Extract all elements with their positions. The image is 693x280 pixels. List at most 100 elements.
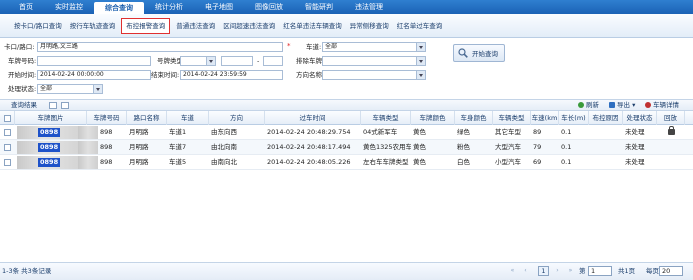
list-view-icon[interactable] — [49, 102, 57, 109]
nav-statistics[interactable]: 统计分析 — [144, 0, 194, 14]
subnav-violation-query[interactable]: 普通违法查询 — [172, 19, 219, 33]
end-time-input[interactable]: 2014-02-24 23:59:59 — [180, 70, 283, 80]
lane-select-value: 全部 — [325, 43, 338, 50]
page-total: 共1页 — [618, 267, 636, 275]
col-status: 处理状态 — [623, 111, 657, 125]
cell-lane: 车道1 — [169, 128, 187, 136]
export-button[interactable]: 导出 ▾ — [609, 101, 635, 110]
subnav-speed-query[interactable]: 区间超速违法查询 — [219, 19, 279, 33]
header-select-all[interactable] — [0, 111, 15, 125]
plate-image[interactable]: 0898 — [17, 141, 84, 154]
vehicle-detail-button[interactable]: 车辆详情 — [645, 101, 679, 110]
plate-text: 0898 — [38, 158, 61, 167]
search-icon — [458, 48, 468, 58]
direction-select[interactable] — [322, 70, 426, 80]
cell-plate-no: 898 — [100, 128, 113, 136]
cell-status: 未处理 — [625, 128, 645, 136]
cell-vehicle-class: 其它车型 — [495, 128, 521, 136]
select-all-checkbox[interactable] — [4, 115, 11, 122]
table-row[interactable]: 0898 898 月明路 车道1 由东向西 2014-02-24 20:48:2… — [0, 125, 693, 140]
table-row[interactable]: 0898 898 月明路 车道7 由北向南 2014-02-24 20:48:1… — [0, 140, 693, 155]
subnav-checkpoint-query[interactable]: 按卡口/路口查询 — [10, 19, 66, 33]
plate-type-select[interactable] — [180, 56, 216, 66]
nav-map[interactable]: 电子地图 — [194, 0, 244, 14]
nav-image-playback[interactable]: 图像回放 — [244, 0, 294, 14]
cell-speed: 79 — [533, 143, 542, 151]
cell-plate-no: 898 — [100, 143, 113, 151]
cell-road: 月明路 — [129, 143, 149, 151]
plate-image[interactable]: 0898 — [17, 126, 84, 139]
plate-no-image — [78, 141, 98, 154]
plate-range-start[interactable] — [221, 56, 253, 66]
col-time: 过车时间 — [265, 111, 361, 125]
col-lane: 车道 — [167, 111, 209, 125]
col-speed: 车速(km — [531, 111, 559, 125]
chevron-down-icon — [419, 46, 423, 49]
status-select[interactable]: 全部 — [37, 84, 103, 94]
cell-alarm-reason — [589, 125, 623, 140]
car-icon — [645, 102, 651, 108]
current-page-button[interactable]: 1 — [538, 266, 549, 276]
nav-analysis[interactable]: 智能研判 — [294, 0, 344, 14]
cell-body-color: 白色 — [457, 158, 470, 166]
prev-page-button[interactable]: ‹ — [521, 266, 530, 276]
playback-icon[interactable] — [668, 126, 675, 135]
cell-vehicle-type: 黄色1325农用车 — [363, 143, 411, 151]
subnav-track-query[interactable]: 按行车轨迹查询 — [66, 19, 120, 33]
cell-vehicle-type: 左右车车牌类型 — [363, 158, 409, 166]
row-checkbox[interactable] — [4, 129, 11, 136]
table-row[interactable]: 0898 898 月明路 车道5 由南向北 2014-02-24 20:48:0… — [0, 155, 693, 170]
start-time-input[interactable]: 2014-02-24 00:00:00 — [37, 70, 151, 80]
direction-label: 方向名称: — [296, 71, 325, 79]
exclude-plate-select[interactable] — [322, 56, 426, 66]
chevron-down-icon — [419, 60, 423, 63]
nav-live-monitor[interactable]: 实时监控 — [44, 0, 94, 14]
sub-nav: 按卡口/路口查询 按行车轨迹查询 布控报警查询 普通违法查询 区间超速违法查询 … — [0, 14, 693, 38]
refresh-icon — [578, 102, 584, 108]
chevron-down-icon — [96, 88, 100, 91]
cell-plate-no: 898 — [100, 158, 113, 166]
per-page-select[interactable]: 20 — [659, 266, 683, 276]
page-input[interactable]: 1 — [588, 266, 612, 276]
plate-image[interactable]: 0898 — [17, 156, 84, 169]
page-prefix: 第 — [579, 267, 586, 275]
subnav-redlist-pass-query[interactable]: 红名单过车查询 — [393, 19, 447, 33]
subnav-redlist-violation-query[interactable]: 红名单违法车辆查询 — [279, 19, 346, 33]
plate-input[interactable] — [37, 56, 151, 66]
checkpoint-field[interactable]: 月明路,文三路 — [37, 42, 283, 52]
cell-time: 2014-02-24 20:48:05.226 — [267, 158, 351, 166]
row-checkbox[interactable] — [4, 144, 11, 151]
nav-query[interactable]: 综合查询 — [94, 2, 144, 14]
search-button[interactable]: 开始查询 — [453, 44, 505, 62]
refresh-button[interactable]: 刷新 — [578, 101, 599, 110]
first-page-button[interactable]: « — [508, 266, 517, 276]
chevron-down-icon — [419, 74, 423, 77]
cell-lane: 车道5 — [169, 158, 187, 166]
nav-violation[interactable]: 违法管理 — [344, 0, 394, 14]
subnav-alarm-query[interactable]: 布控报警查询 — [121, 17, 171, 34]
exclude-plate-label: 排除车牌: — [296, 57, 325, 65]
status-select-value: 全部 — [40, 85, 53, 92]
table-header: 车牌图片 车牌号码 路口名称 车道 方向 过车时间 车辆类型 车牌颜色 车身颜色… — [0, 111, 693, 125]
grid-toolbar: 查询结果 刷新 导出 ▾ 车辆详情 — [0, 99, 693, 111]
lane-select[interactable]: 全部 — [322, 42, 426, 52]
cell-vehicle-class: 小型汽车 — [495, 158, 521, 166]
row-checkbox[interactable] — [4, 159, 11, 166]
subnav-abnormal-query[interactable]: 异常侧移查询 — [346, 19, 393, 33]
nav-home[interactable]: 首页 — [8, 0, 44, 14]
cell-direction: 由南向北 — [211, 158, 237, 166]
cell-direction: 由北向南 — [211, 143, 237, 151]
filter-panel: 卡口/路口: 月明路,文三路 * 车道: 全部 车牌号码: 号牌类型: - 排除… — [0, 38, 693, 98]
cell-vehicle-class: 大型汽车 — [495, 143, 521, 151]
grid-view-icon[interactable] — [61, 102, 69, 109]
plate-text: 0898 — [38, 128, 61, 137]
plate-range-end[interactable] — [263, 56, 283, 66]
required-mark: * — [287, 42, 291, 50]
col-plate-no: 车牌号码 — [87, 111, 127, 125]
col-playback: 回放 — [657, 111, 685, 125]
last-page-button[interactable]: » — [566, 266, 575, 276]
next-page-button[interactable]: › — [553, 266, 562, 276]
record-count: 1-3条 共3条记录 — [2, 267, 52, 275]
col-road: 路口名称 — [127, 111, 167, 125]
lane-label: 车道: — [306, 43, 322, 51]
